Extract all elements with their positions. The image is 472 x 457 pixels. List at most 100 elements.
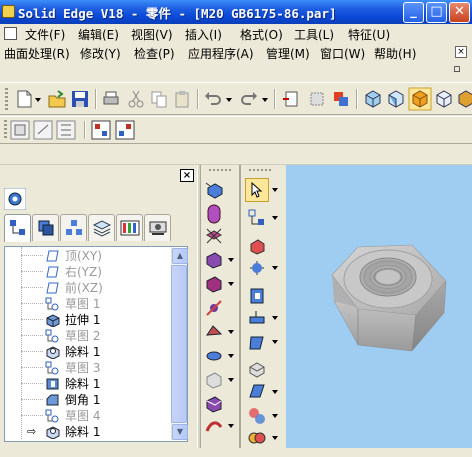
scroll-up-button[interactable]: ▲ xyxy=(172,248,188,264)
tangent-plane-icon[interactable] xyxy=(246,331,268,353)
menu-tools[interactable]: 工具(L) xyxy=(294,26,334,43)
doc-icon[interactable] xyxy=(4,27,17,40)
surface-tool-icon[interactable] xyxy=(246,359,268,381)
menu-format[interactable]: 格式(O) xyxy=(240,26,283,43)
tree-item[interactable]: 除料 1 xyxy=(5,344,173,360)
shaded-edges-icon[interactable] xyxy=(455,88,472,110)
tab-engineering-reference[interactable] xyxy=(144,214,171,241)
view-iso-icon[interactable] xyxy=(362,88,384,110)
tree-item[interactable]: 草图 1 xyxy=(5,296,173,312)
close-button[interactable]: ✕ xyxy=(449,2,470,23)
hole-tool-icon[interactable] xyxy=(203,225,225,247)
copy-icon[interactable] xyxy=(148,88,170,110)
mdi-restore-icon[interactable]: ▫ xyxy=(450,62,464,76)
select-filter-icon[interactable] xyxy=(306,88,328,110)
parallel-plane-icon[interactable] xyxy=(246,285,268,307)
mdi-close-icon[interactable]: × xyxy=(455,46,467,58)
angled-dropdown-icon[interactable] xyxy=(272,316,278,320)
tree-item[interactable]: 草图 4 xyxy=(5,408,173,424)
revolve-tool-icon[interactable] xyxy=(203,203,225,225)
split-tool-icon[interactable] xyxy=(246,427,268,449)
feature-view-icon[interactable] xyxy=(55,119,77,141)
menu-file[interactable]: 文件(F) xyxy=(25,26,65,43)
menu-view[interactable]: 视图(V) xyxy=(131,26,173,43)
pattern-dropdown-icon[interactable] xyxy=(228,354,234,358)
rib-tool-icon[interactable] xyxy=(203,297,225,319)
menu-modify[interactable]: 修改(Y) xyxy=(80,45,121,62)
intersect-tool-icon[interactable] xyxy=(246,405,268,427)
sketch-tool-icon[interactable] xyxy=(246,207,268,229)
new-icon[interactable] xyxy=(13,88,35,110)
pattern-tool-icon[interactable] xyxy=(203,345,225,367)
select-tool-button[interactable] xyxy=(245,178,269,202)
thin-wall-tool-icon[interactable] xyxy=(203,273,225,295)
properties-icon[interactable] xyxy=(330,88,352,110)
print-icon[interactable] xyxy=(100,88,122,110)
open-icon[interactable] xyxy=(46,88,68,110)
tree-item[interactable]: 前(XZ) xyxy=(5,280,173,296)
panel-close-button[interactable]: × xyxy=(180,169,194,182)
part-view-icon[interactable] xyxy=(9,119,31,141)
surface-dropdown-icon[interactable] xyxy=(272,390,278,394)
angled-plane-icon[interactable] xyxy=(246,307,268,329)
graphics-viewport[interactable] xyxy=(286,165,472,457)
sweep-dropdown-icon[interactable] xyxy=(228,424,234,428)
menu-insert[interactable]: 插入(I) xyxy=(185,26,222,43)
menu-applications[interactable]: 应用程序(A) xyxy=(188,45,254,62)
wireframe-view-icon[interactable] xyxy=(433,88,455,110)
tree-item[interactable]: 草图 3 xyxy=(5,360,173,376)
menu-edit[interactable]: 编辑(E) xyxy=(78,26,119,43)
tree-item[interactable]: 顶(XY) xyxy=(5,248,173,264)
menu-manage[interactable]: 管理(M) xyxy=(266,45,310,62)
redo-icon[interactable] xyxy=(238,88,260,110)
thin-wall-dropdown-icon[interactable] xyxy=(228,282,234,286)
tree-item[interactable]: 草图 2 xyxy=(5,328,173,344)
redo-dropdown-icon[interactable] xyxy=(262,98,268,102)
thread-tool-icon[interactable] xyxy=(203,393,225,415)
scroll-down-button[interactable]: ▼ xyxy=(172,424,188,440)
draft-tool-icon[interactable] xyxy=(203,321,225,343)
tree-item[interactable]: ⇨ 除料 1 xyxy=(5,424,173,440)
menu-inspect[interactable]: 检查(P) xyxy=(134,45,175,62)
menu-feature[interactable]: 特征(U) xyxy=(348,26,390,43)
pick-filter-2-icon[interactable] xyxy=(114,119,136,141)
shaded-view-icon[interactable] xyxy=(408,87,432,111)
intersect-dropdown-icon[interactable] xyxy=(272,414,278,418)
feature-tree[interactable]: 顶(XY) 右(YZ) 前(XZ) 草图 1 拉伸 1 草图 2 除料 1 草图… xyxy=(4,246,188,442)
undo-dropdown-icon[interactable] xyxy=(226,98,232,102)
menu-window[interactable]: 窗口(W) xyxy=(320,45,365,62)
select-dropdown-icon[interactable] xyxy=(272,188,278,192)
tree-item[interactable]: 除料 1 xyxy=(5,376,173,392)
menu-surfacing[interactable]: 曲面处理(R) xyxy=(4,45,70,62)
tab-layers[interactable] xyxy=(88,214,115,241)
tree-item[interactable]: 倒角 1 xyxy=(5,392,173,408)
edgebar-gear-icon[interactable] xyxy=(4,188,26,210)
extrude-tool-icon[interactable] xyxy=(203,179,225,201)
tab-family-members[interactable] xyxy=(60,214,87,241)
save-icon[interactable] xyxy=(69,88,91,110)
menu-help[interactable]: 帮助(H) xyxy=(374,45,416,62)
plane-dropdown-icon[interactable] xyxy=(272,266,278,270)
tree-item[interactable]: 拉伸 1 xyxy=(5,312,173,328)
split-dropdown-icon[interactable] xyxy=(272,436,278,440)
tab-feature-library[interactable] xyxy=(32,214,59,241)
sweep-tool-icon[interactable] xyxy=(203,415,225,437)
blue-surface-icon[interactable] xyxy=(246,381,268,403)
mirror-tool-icon[interactable] xyxy=(203,369,225,391)
coordinate-system-icon[interactable] xyxy=(246,235,268,257)
view-front-icon[interactable] xyxy=(385,88,407,110)
paste-icon[interactable] xyxy=(171,88,193,110)
insert-object-icon[interactable] xyxy=(280,88,302,110)
scroll-thumb[interactable] xyxy=(171,265,187,423)
draft-dropdown-icon[interactable] xyxy=(228,330,234,334)
tree-item[interactable]: 右(YZ) xyxy=(5,264,173,280)
reference-plane-icon[interactable] xyxy=(246,257,268,279)
round-dropdown-icon[interactable] xyxy=(228,258,234,262)
minimize-button[interactable]: _ xyxy=(403,2,424,23)
tab-feature-pathfinder[interactable] xyxy=(4,214,31,242)
cut-icon[interactable] xyxy=(125,88,147,110)
sketch-dropdown-icon[interactable] xyxy=(272,216,278,220)
tangent-dropdown-icon[interactable] xyxy=(272,340,278,344)
undo-icon[interactable] xyxy=(202,88,224,110)
title-bar[interactable]: Solid Edge V18 - 零件 - [M20 GB6175-86.par… xyxy=(0,0,472,24)
